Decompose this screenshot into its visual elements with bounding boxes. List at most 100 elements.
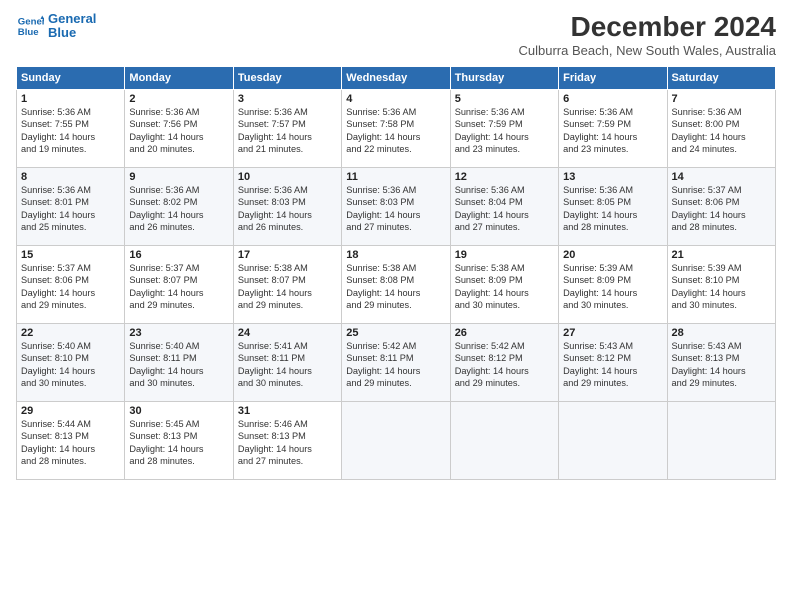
logo: General Blue General Blue	[16, 12, 96, 41]
day-cell	[450, 401, 558, 479]
day-number: 18	[346, 249, 445, 261]
logo-line1: General	[48, 12, 96, 26]
day-info: Sunrise: 5:37 AM Sunset: 8:06 PM Dayligh…	[672, 184, 771, 234]
day-number: 29	[21, 405, 120, 417]
day-cell: 29Sunrise: 5:44 AM Sunset: 8:13 PM Dayli…	[17, 401, 125, 479]
day-info: Sunrise: 5:36 AM Sunset: 7:56 PM Dayligh…	[129, 106, 228, 156]
logo-line2: Blue	[48, 26, 96, 40]
day-info: Sunrise: 5:36 AM Sunset: 7:55 PM Dayligh…	[21, 106, 120, 156]
svg-text:Blue: Blue	[18, 27, 39, 38]
day-info: Sunrise: 5:36 AM Sunset: 7:59 PM Dayligh…	[455, 106, 554, 156]
day-cell: 17Sunrise: 5:38 AM Sunset: 8:07 PM Dayli…	[233, 245, 341, 323]
day-number: 21	[672, 249, 771, 261]
day-info: Sunrise: 5:36 AM Sunset: 8:05 PM Dayligh…	[563, 184, 662, 234]
col-header-sunday: Sunday	[17, 66, 125, 89]
day-cell: 10Sunrise: 5:36 AM Sunset: 8:03 PM Dayli…	[233, 167, 341, 245]
week-row-1: 1Sunrise: 5:36 AM Sunset: 7:55 PM Daylig…	[17, 89, 776, 167]
day-number: 14	[672, 171, 771, 183]
day-number: 24	[238, 327, 337, 339]
day-number: 16	[129, 249, 228, 261]
day-cell: 1Sunrise: 5:36 AM Sunset: 7:55 PM Daylig…	[17, 89, 125, 167]
day-info: Sunrise: 5:36 AM Sunset: 7:57 PM Dayligh…	[238, 106, 337, 156]
day-info: Sunrise: 5:40 AM Sunset: 8:10 PM Dayligh…	[21, 340, 120, 390]
day-info: Sunrise: 5:45 AM Sunset: 8:13 PM Dayligh…	[129, 418, 228, 468]
day-cell	[342, 401, 450, 479]
day-info: Sunrise: 5:37 AM Sunset: 8:07 PM Dayligh…	[129, 262, 228, 312]
day-cell: 15Sunrise: 5:37 AM Sunset: 8:06 PM Dayli…	[17, 245, 125, 323]
day-info: Sunrise: 5:36 AM Sunset: 8:03 PM Dayligh…	[238, 184, 337, 234]
day-cell: 5Sunrise: 5:36 AM Sunset: 7:59 PM Daylig…	[450, 89, 558, 167]
day-info: Sunrise: 5:43 AM Sunset: 8:13 PM Dayligh…	[672, 340, 771, 390]
day-cell: 4Sunrise: 5:36 AM Sunset: 7:58 PM Daylig…	[342, 89, 450, 167]
calendar-table: SundayMondayTuesdayWednesdayThursdayFrid…	[16, 66, 776, 480]
day-info: Sunrise: 5:36 AM Sunset: 8:02 PM Dayligh…	[129, 184, 228, 234]
day-cell: 23Sunrise: 5:40 AM Sunset: 8:11 PM Dayli…	[125, 323, 233, 401]
day-info: Sunrise: 5:41 AM Sunset: 8:11 PM Dayligh…	[238, 340, 337, 390]
week-row-5: 29Sunrise: 5:44 AM Sunset: 8:13 PM Dayli…	[17, 401, 776, 479]
day-number: 17	[238, 249, 337, 261]
day-cell: 21Sunrise: 5:39 AM Sunset: 8:10 PM Dayli…	[667, 245, 775, 323]
title-block: December 2024 Culburra Beach, New South …	[519, 12, 776, 58]
day-number: 5	[455, 93, 554, 105]
calendar-body: 1Sunrise: 5:36 AM Sunset: 7:55 PM Daylig…	[17, 89, 776, 479]
day-cell	[667, 401, 775, 479]
day-number: 25	[346, 327, 445, 339]
day-cell: 7Sunrise: 5:36 AM Sunset: 8:00 PM Daylig…	[667, 89, 775, 167]
day-cell: 27Sunrise: 5:43 AM Sunset: 8:12 PM Dayli…	[559, 323, 667, 401]
week-row-4: 22Sunrise: 5:40 AM Sunset: 8:10 PM Dayli…	[17, 323, 776, 401]
day-cell: 2Sunrise: 5:36 AM Sunset: 7:56 PM Daylig…	[125, 89, 233, 167]
day-info: Sunrise: 5:42 AM Sunset: 8:11 PM Dayligh…	[346, 340, 445, 390]
day-number: 2	[129, 93, 228, 105]
day-cell: 22Sunrise: 5:40 AM Sunset: 8:10 PM Dayli…	[17, 323, 125, 401]
day-number: 20	[563, 249, 662, 261]
header: General Blue General Blue December 2024 …	[16, 12, 776, 58]
day-number: 8	[21, 171, 120, 183]
day-info: Sunrise: 5:43 AM Sunset: 8:12 PM Dayligh…	[563, 340, 662, 390]
day-info: Sunrise: 5:39 AM Sunset: 8:10 PM Dayligh…	[672, 262, 771, 312]
day-number: 10	[238, 171, 337, 183]
day-number: 1	[21, 93, 120, 105]
day-cell: 11Sunrise: 5:36 AM Sunset: 8:03 PM Dayli…	[342, 167, 450, 245]
day-cell: 12Sunrise: 5:36 AM Sunset: 8:04 PM Dayli…	[450, 167, 558, 245]
day-info: Sunrise: 5:36 AM Sunset: 8:01 PM Dayligh…	[21, 184, 120, 234]
col-header-tuesday: Tuesday	[233, 66, 341, 89]
day-number: 13	[563, 171, 662, 183]
day-cell: 30Sunrise: 5:45 AM Sunset: 8:13 PM Dayli…	[125, 401, 233, 479]
day-number: 19	[455, 249, 554, 261]
day-number: 27	[563, 327, 662, 339]
week-row-3: 15Sunrise: 5:37 AM Sunset: 8:06 PM Dayli…	[17, 245, 776, 323]
col-header-thursday: Thursday	[450, 66, 558, 89]
day-info: Sunrise: 5:38 AM Sunset: 8:08 PM Dayligh…	[346, 262, 445, 312]
day-number: 15	[21, 249, 120, 261]
day-number: 9	[129, 171, 228, 183]
week-row-2: 8Sunrise: 5:36 AM Sunset: 8:01 PM Daylig…	[17, 167, 776, 245]
col-header-monday: Monday	[125, 66, 233, 89]
day-info: Sunrise: 5:36 AM Sunset: 8:04 PM Dayligh…	[455, 184, 554, 234]
day-cell: 20Sunrise: 5:39 AM Sunset: 8:09 PM Dayli…	[559, 245, 667, 323]
day-number: 28	[672, 327, 771, 339]
day-cell: 14Sunrise: 5:37 AM Sunset: 8:06 PM Dayli…	[667, 167, 775, 245]
day-info: Sunrise: 5:36 AM Sunset: 8:00 PM Dayligh…	[672, 106, 771, 156]
day-number: 23	[129, 327, 228, 339]
day-number: 31	[238, 405, 337, 417]
day-info: Sunrise: 5:44 AM Sunset: 8:13 PM Dayligh…	[21, 418, 120, 468]
header-row: SundayMondayTuesdayWednesdayThursdayFrid…	[17, 66, 776, 89]
day-number: 22	[21, 327, 120, 339]
svg-text:General: General	[18, 17, 44, 28]
day-cell: 9Sunrise: 5:36 AM Sunset: 8:02 PM Daylig…	[125, 167, 233, 245]
col-header-saturday: Saturday	[667, 66, 775, 89]
day-info: Sunrise: 5:36 AM Sunset: 7:59 PM Dayligh…	[563, 106, 662, 156]
day-cell: 16Sunrise: 5:37 AM Sunset: 8:07 PM Dayli…	[125, 245, 233, 323]
day-cell: 28Sunrise: 5:43 AM Sunset: 8:13 PM Dayli…	[667, 323, 775, 401]
day-info: Sunrise: 5:40 AM Sunset: 8:11 PM Dayligh…	[129, 340, 228, 390]
day-number: 7	[672, 93, 771, 105]
day-cell: 19Sunrise: 5:38 AM Sunset: 8:09 PM Dayli…	[450, 245, 558, 323]
day-number: 6	[563, 93, 662, 105]
day-info: Sunrise: 5:42 AM Sunset: 8:12 PM Dayligh…	[455, 340, 554, 390]
col-header-friday: Friday	[559, 66, 667, 89]
calendar-header: SundayMondayTuesdayWednesdayThursdayFrid…	[17, 66, 776, 89]
day-info: Sunrise: 5:37 AM Sunset: 8:06 PM Dayligh…	[21, 262, 120, 312]
day-number: 11	[346, 171, 445, 183]
subtitle: Culburra Beach, New South Wales, Austral…	[519, 43, 776, 58]
day-number: 30	[129, 405, 228, 417]
